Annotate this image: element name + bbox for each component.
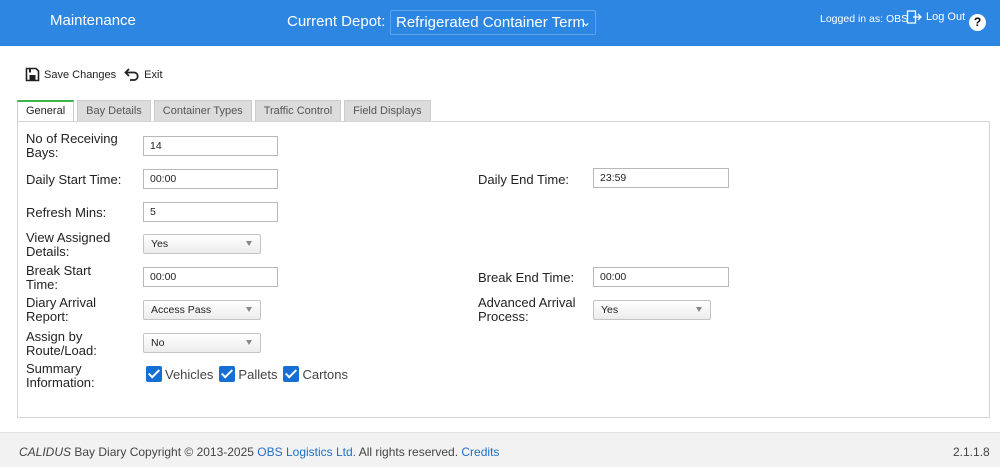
advanced-arrival-label-line2: Process:: [478, 309, 529, 324]
footer: CALIDUS Bay Diary Copyright © 2013-2025 …: [0, 432, 1000, 467]
break-end-input[interactable]: 00:00: [593, 267, 729, 287]
toolbar: Save Changes Exit: [25, 67, 163, 82]
break-end-label: Break End Time:: [478, 270, 575, 285]
summary-info-label-line1: Summary: [26, 361, 82, 376]
receiving-bays-label-line1: No of Receiving: [26, 131, 118, 146]
dropdown-arrow-icon: [246, 241, 252, 246]
copyright-prefix: Bay Diary Copyright © 2013-2025: [71, 445, 258, 459]
advanced-arrival-label: Advanced Arrival Process:: [478, 296, 576, 324]
pallets-checkbox[interactable]: [219, 366, 236, 382]
daily-end-label: Daily End Time:: [478, 172, 570, 187]
receiving-bays-label: No of Receiving Bays:: [26, 132, 118, 160]
logged-in-text: Logged in as: OBS: [820, 13, 909, 25]
general-panel: No of Receiving Bays: 14 Daily Start Tim…: [17, 121, 990, 418]
dropdown-arrow-icon: [246, 307, 252, 312]
advanced-arrival-value: Yes: [601, 304, 619, 316]
assign-by-label-line2: Route/Load:: [26, 343, 97, 358]
cartons-checkbox-item[interactable]: Cartons: [283, 366, 348, 382]
credits-link[interactable]: Credits: [461, 445, 499, 459]
cartons-checkbox[interactable]: [283, 366, 300, 382]
view-assigned-label-line1: View Assigned: [26, 230, 111, 245]
company-link[interactable]: OBS Logistics Ltd.: [257, 445, 356, 459]
exit-button[interactable]: Exit: [124, 67, 163, 82]
diary-arrival-label: Diary Arrival Report:: [26, 296, 96, 324]
rights-text: All rights reserved.: [356, 445, 462, 459]
cartons-label: Cartons: [302, 366, 348, 382]
tab-container-types[interactable]: Container Types: [153, 100, 252, 121]
refresh-mins-input[interactable]: 5: [143, 202, 278, 222]
copyright-text: CALIDUS Bay Diary Copyright © 2013-2025 …: [19, 445, 499, 459]
logout-label: Log Out: [926, 11, 966, 23]
break-start-label-line1: Break Start: [26, 263, 92, 278]
save-changes-button[interactable]: Save Changes: [25, 67, 116, 82]
diary-arrival-label-line2: Report:: [26, 309, 69, 324]
logout-icon: [906, 10, 922, 24]
diary-arrival-label-line1: Diary Arrival: [26, 295, 97, 310]
logout-button[interactable]: Log Out: [906, 9, 965, 25]
help-icon[interactable]: ?: [969, 14, 986, 31]
tab-bay-details[interactable]: Bay Details: [77, 100, 151, 121]
daily-start-input[interactable]: 00:00: [143, 169, 278, 189]
save-changes-label: Save Changes: [44, 68, 117, 81]
pallets-label: Pallets: [238, 366, 278, 382]
advanced-arrival-select[interactable]: Yes: [593, 300, 711, 320]
save-icon: [25, 67, 40, 82]
dropdown-arrow-icon: [696, 307, 702, 312]
assign-by-label: Assign by Route/Load:: [26, 330, 97, 358]
undo-icon: [124, 68, 139, 81]
pallets-checkbox-item[interactable]: Pallets: [219, 366, 277, 382]
depot-select[interactable]: Refrigerated Container Term ⌄: [390, 10, 596, 35]
tab-bar: General Bay Details Container Types Traf…: [17, 100, 431, 121]
daily-start-label: Daily Start Time:: [26, 172, 122, 187]
tab-field-displays[interactable]: Field Displays: [344, 100, 431, 121]
chevron-down-icon: ⌄: [580, 15, 591, 29]
version-text: 2.1.1.8: [953, 445, 990, 459]
assign-by-label-line1: Assign by: [26, 329, 83, 344]
break-start-input[interactable]: 00:00: [143, 267, 278, 287]
receiving-bays-input[interactable]: 14: [143, 136, 278, 156]
break-start-label: Break Start Time:: [26, 264, 91, 292]
view-assigned-select[interactable]: Yes: [143, 234, 261, 254]
break-start-label-line2: Time:: [26, 277, 59, 292]
brand-name: CALIDUS: [19, 445, 72, 459]
daily-end-input[interactable]: 23:59: [593, 168, 729, 188]
vehicles-checkbox[interactable]: [146, 366, 162, 382]
receiving-bays-label-line2: Bays:: [26, 145, 59, 160]
view-assigned-label: View Assigned Details:: [26, 231, 110, 259]
tab-traffic-control[interactable]: Traffic Control: [254, 100, 342, 121]
depot-label: Current Depot:: [287, 13, 386, 30]
tab-general[interactable]: General: [17, 100, 75, 121]
view-assigned-label-line2: Details:: [26, 244, 70, 259]
app-title[interactable]: Maintenance: [50, 12, 136, 29]
top-bar: Maintenance Current Depot: Refrigerated …: [0, 0, 1000, 46]
dropdown-arrow-icon: [246, 340, 252, 345]
vehicles-checkbox-item[interactable]: Vehicles: [146, 366, 213, 382]
summary-info-label: Summary Information:: [26, 362, 95, 390]
exit-label: Exit: [144, 68, 163, 81]
assign-by-value: No: [151, 337, 165, 349]
diary-arrival-value: Access Pass: [151, 304, 212, 316]
depot-value: Refrigerated Container Term: [396, 14, 585, 31]
advanced-arrival-label-line1: Advanced Arrival: [478, 295, 576, 310]
refresh-mins-label: Refresh Mins:: [26, 205, 107, 220]
summary-info-label-line2: Information:: [26, 375, 95, 390]
view-assigned-value: Yes: [151, 238, 169, 250]
diary-arrival-select[interactable]: Access Pass: [143, 300, 261, 320]
summary-checkbox-group: Vehicles Pallets Cartons: [146, 366, 354, 382]
vehicles-label: Vehicles: [165, 366, 214, 382]
assign-by-select[interactable]: No: [143, 333, 261, 353]
